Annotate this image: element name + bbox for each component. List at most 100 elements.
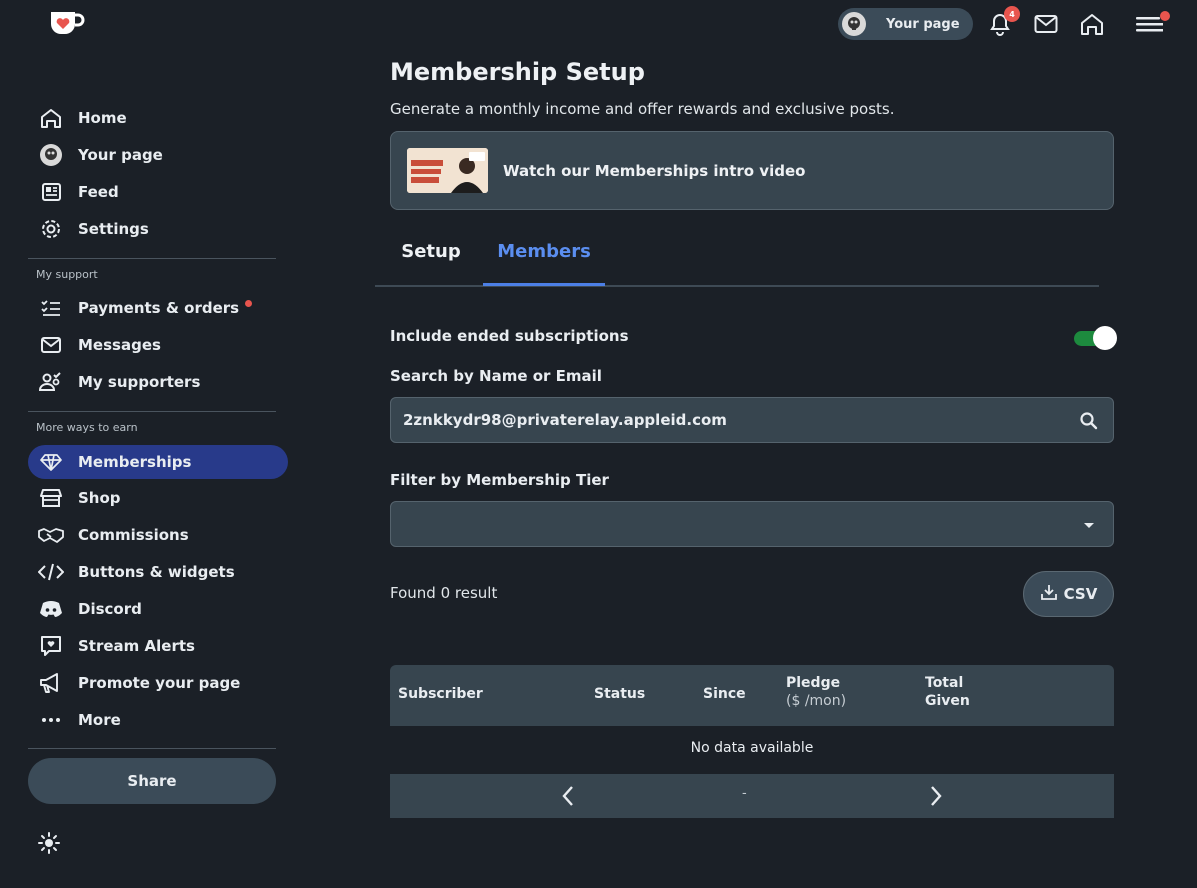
section-title: More ways to earn xyxy=(36,421,138,434)
toggle-knob xyxy=(1093,326,1117,350)
result-count: Found 0 result xyxy=(390,584,498,602)
sidebar-item-messages[interactable]: Messages xyxy=(28,328,288,362)
sidebar-item-label: Discord xyxy=(78,600,142,618)
divider xyxy=(28,411,276,412)
sidebar-item-label: Memberships xyxy=(78,453,192,471)
sidebar-item-settings[interactable]: Settings xyxy=(28,212,288,246)
table-pagination: - xyxy=(390,774,1114,818)
sidebar-item-label: My supporters xyxy=(78,373,201,391)
mail-icon[interactable] xyxy=(1032,10,1060,38)
sidebar-item-label: Settings xyxy=(78,220,149,238)
sidebar-item-memberships[interactable]: Memberships xyxy=(28,445,288,479)
sidebar-item-label: More xyxy=(78,711,121,729)
alert-icon xyxy=(38,635,64,657)
sidebar-item-feed[interactable]: Feed xyxy=(28,175,288,209)
active-tab-indicator xyxy=(483,283,605,286)
tab-setup[interactable]: Setup xyxy=(390,237,472,287)
next-page-button[interactable] xyxy=(924,784,948,808)
sidebar-item-promote[interactable]: Promote your page xyxy=(28,666,288,700)
code-icon xyxy=(38,561,64,583)
sidebar-item-label: Shop xyxy=(78,489,121,507)
sidebar-item-your-page[interactable]: Your page xyxy=(28,138,288,172)
pledge-header-label: Pledge xyxy=(786,675,841,691)
feed-icon xyxy=(38,181,64,203)
notification-dot xyxy=(245,299,253,307)
diamond-icon xyxy=(38,451,64,473)
menu-notification-dot xyxy=(1160,11,1170,21)
home-icon[interactable] xyxy=(1078,10,1106,38)
sidebar-item-home[interactable]: Home xyxy=(28,101,288,135)
avatar xyxy=(842,12,866,36)
divider xyxy=(28,258,276,259)
sidebar-item-buttons-widgets[interactable]: Buttons & widgets xyxy=(28,555,288,589)
sidebar-item-label: Buttons & widgets xyxy=(78,563,235,581)
your-page-label: Your page xyxy=(886,16,960,32)
menu-icon[interactable] xyxy=(1135,10,1163,38)
page-subtitle: Generate a monthly income and offer rewa… xyxy=(390,100,895,118)
sidebar-item-more[interactable]: More xyxy=(28,703,288,737)
checklist-icon xyxy=(38,297,64,319)
shop-icon xyxy=(38,487,64,509)
handshake-icon xyxy=(38,524,64,546)
search-field[interactable] xyxy=(390,397,1114,443)
sidebar-item-label: Home xyxy=(78,109,127,127)
filter-label: Filter by Membership Tier xyxy=(390,471,609,489)
caret-down-icon xyxy=(1079,515,1099,535)
divider xyxy=(28,748,276,749)
logo-icon[interactable] xyxy=(47,7,85,39)
supporters-icon xyxy=(38,371,64,393)
column-header-pledge[interactable]: Pledge ($ /mon) xyxy=(786,675,846,709)
sidebar-item-label: Commissions xyxy=(78,526,189,544)
megaphone-icon xyxy=(38,672,64,694)
column-header-status[interactable]: Status xyxy=(594,686,645,702)
csv-download-button[interactable]: CSV xyxy=(1023,571,1114,617)
search-icon[interactable] xyxy=(1079,411,1099,431)
theme-toggle-sun-icon[interactable] xyxy=(38,832,60,854)
section-title: My support xyxy=(36,268,98,281)
download-icon xyxy=(1040,583,1058,605)
tab-members[interactable]: Members xyxy=(483,237,605,287)
table-empty-message: No data available xyxy=(690,740,814,756)
column-header-subscriber[interactable]: Subscriber xyxy=(398,686,483,702)
page-indicator: - xyxy=(742,786,747,801)
mail-icon xyxy=(38,334,64,356)
more-icon xyxy=(38,709,64,731)
sidebar-item-discord[interactable]: Discord xyxy=(28,592,288,626)
sidebar-item-shop[interactable]: Shop xyxy=(28,481,288,515)
sidebar-item-stream-alerts[interactable]: Stream Alerts xyxy=(28,629,288,663)
total-header-sub: Given xyxy=(925,693,970,709)
include-ended-toggle[interactable] xyxy=(1074,326,1118,350)
gear-icon xyxy=(38,218,64,240)
notification-badge: 4 xyxy=(1004,6,1020,22)
prev-page-button[interactable] xyxy=(556,784,580,808)
page: Your page 4 Home Your page Feed Settings… xyxy=(0,0,1197,888)
sidebar-item-label: Promote your page xyxy=(78,674,241,692)
sidebar-item-label: Payments & orders xyxy=(78,299,240,317)
share-button[interactable]: Share xyxy=(28,758,276,804)
sidebar-item-payments[interactable]: Payments & orders xyxy=(28,291,288,325)
page-title: Membership Setup xyxy=(390,58,645,86)
sidebar-item-supporters[interactable]: My supporters xyxy=(28,365,288,399)
column-header-since[interactable]: Since xyxy=(703,686,746,702)
search-input[interactable] xyxy=(403,411,1043,429)
sidebar-item-label: Your page xyxy=(78,146,163,164)
home-icon xyxy=(38,107,64,129)
sidebar-item-label: Stream Alerts xyxy=(78,637,195,655)
pledge-header-unit: ($ /mon) xyxy=(786,693,847,709)
csv-label: CSV xyxy=(1063,585,1098,603)
include-ended-label: Include ended subscriptions xyxy=(390,327,629,345)
sidebar-item-commissions[interactable]: Commissions xyxy=(28,518,288,552)
discord-icon xyxy=(38,598,64,620)
video-label: Watch our Memberships intro video xyxy=(503,161,806,180)
intro-video-card[interactable]: Watch our Memberships intro video xyxy=(390,131,1114,210)
sidebar-item-label: Feed xyxy=(78,183,119,201)
column-header-total-given[interactable]: Total Given xyxy=(925,675,970,709)
avatar xyxy=(38,144,64,166)
video-thumbnail xyxy=(407,148,488,193)
sidebar-item-label: Messages xyxy=(78,336,161,354)
members-table-header: Subscriber Status Since Pledge ($ /mon) … xyxy=(390,665,1114,726)
tier-filter-select[interactable] xyxy=(390,501,1114,547)
total-header-label: Total xyxy=(925,675,964,691)
your-page-button[interactable]: Your page xyxy=(838,8,973,40)
search-label: Search by Name or Email xyxy=(390,367,602,385)
